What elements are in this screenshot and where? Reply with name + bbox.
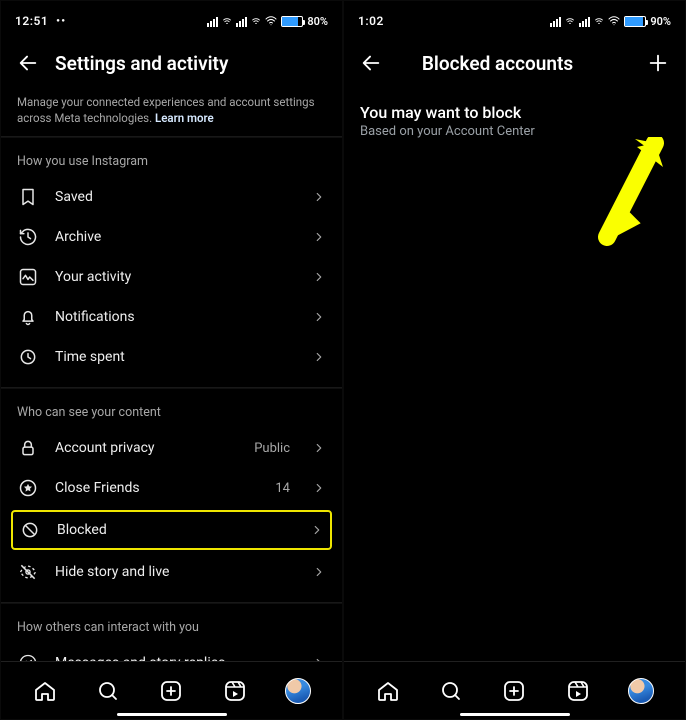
nav-create[interactable]: [500, 677, 528, 705]
chevron-right-icon: [312, 481, 326, 495]
row-your-activity[interactable]: Your activity: [1, 257, 342, 297]
battery-icon: [281, 16, 303, 27]
row-value: Public: [254, 441, 290, 456]
bottom-nav: [344, 661, 685, 719]
page-title: Settings and activity: [55, 52, 228, 75]
screen-settings: 12:51 ● ● 80% Settings and activity Mana…: [0, 0, 343, 720]
battery-pct: 80%: [307, 15, 328, 28]
page-title: Blocked accounts: [354, 52, 641, 75]
wifi-icon: [608, 15, 620, 27]
chevron-right-icon: [312, 350, 326, 364]
chevron-right-icon: [312, 270, 326, 284]
screen-blocked: 1:02 90% Blocked accounts You may want t…: [343, 0, 686, 720]
blocked-content: You may want to block Based on your Acco…: [344, 85, 685, 661]
top-bar: Blocked accounts: [344, 41, 685, 85]
wifi-small-2-icon: [594, 16, 604, 27]
row-account-privacy[interactable]: Account privacy Public: [1, 428, 342, 468]
archive-icon: [17, 226, 39, 248]
wifi-small-icon: [565, 16, 575, 27]
nav-home[interactable]: [374, 677, 402, 705]
nav-search[interactable]: [94, 677, 122, 705]
messenger-icon: [17, 652, 39, 661]
row-notifications[interactable]: Notifications: [1, 297, 342, 337]
back-arrow-icon: [17, 52, 39, 74]
status-bar: 12:51 ● ● 80%: [1, 1, 342, 41]
settings-scroll[interactable]: Manage your connected experiences and ac…: [1, 85, 342, 661]
signal-2-icon: [579, 16, 590, 27]
status-bar: 1:02 90%: [344, 1, 685, 41]
nav-reels[interactable]: [221, 677, 249, 705]
row-hide-story[interactable]: Hide story and live: [1, 552, 342, 592]
chevron-right-icon: [310, 523, 324, 537]
nav-create[interactable]: [157, 677, 185, 705]
chevron-right-icon: [312, 565, 326, 579]
chevron-right-icon: [312, 310, 326, 324]
row-blocked[interactable]: Blocked: [11, 510, 332, 550]
nav-home[interactable]: [31, 677, 59, 705]
row-close-friends[interactable]: Close Friends 14: [1, 468, 342, 508]
activity-icon: [17, 266, 39, 288]
status-dots-icon: ● ●: [56, 18, 65, 24]
avatar-icon: [628, 678, 654, 704]
row-archive[interactable]: Archive: [1, 217, 342, 257]
battery-icon: [624, 16, 646, 27]
section-header: How others can interact with you: [1, 604, 342, 643]
nav-indicator: [460, 713, 570, 716]
section-header: Who can see your content: [1, 389, 342, 428]
nav-profile[interactable]: [627, 677, 655, 705]
blocked-heading: You may want to block: [344, 85, 685, 124]
status-time: 12:51: [15, 14, 48, 28]
status-time: 1:02: [358, 14, 384, 28]
signal-icon: [550, 16, 561, 27]
bottom-nav: [1, 661, 342, 719]
row-time-spent[interactable]: Time spent: [1, 337, 342, 377]
top-bar: Settings and activity: [1, 41, 342, 85]
nav-indicator: [117, 713, 227, 716]
add-blocked-button[interactable]: [641, 46, 675, 80]
nav-reels[interactable]: [564, 677, 592, 705]
section-header: How you use Instagram: [1, 138, 342, 177]
chevron-right-icon: [312, 190, 326, 204]
eye-off-icon: [17, 561, 39, 583]
block-icon: [19, 519, 41, 541]
clock-icon: [17, 346, 39, 368]
chevron-right-icon: [312, 656, 326, 661]
nav-profile[interactable]: [284, 677, 312, 705]
wifi-small-icon: [222, 16, 232, 27]
row-value: 14: [275, 481, 290, 496]
bookmark-icon: [17, 186, 39, 208]
wifi-icon: [265, 15, 277, 27]
learn-more-link[interactable]: Learn more: [155, 111, 214, 125]
plus-icon: [647, 52, 669, 74]
row-saved[interactable]: Saved: [1, 177, 342, 217]
star-circle-icon: [17, 477, 39, 499]
back-button[interactable]: [11, 46, 45, 80]
nav-search[interactable]: [437, 677, 465, 705]
signal-2-icon: [236, 16, 247, 27]
bell-icon: [17, 306, 39, 328]
annotation-arrow-icon: [595, 137, 665, 247]
wifi-small-2-icon: [251, 16, 261, 27]
battery-pct: 90%: [650, 15, 671, 28]
blocked-subheading: Based on your Account Center: [344, 124, 685, 139]
row-messages-story-replies[interactable]: Messages and story replies: [1, 643, 342, 661]
chevron-right-icon: [312, 230, 326, 244]
avatar-icon: [285, 678, 311, 704]
chevron-right-icon: [312, 441, 326, 455]
meta-description: Manage your connected experiences and ac…: [1, 85, 342, 130]
signal-icon: [207, 16, 218, 27]
lock-icon: [17, 437, 39, 459]
